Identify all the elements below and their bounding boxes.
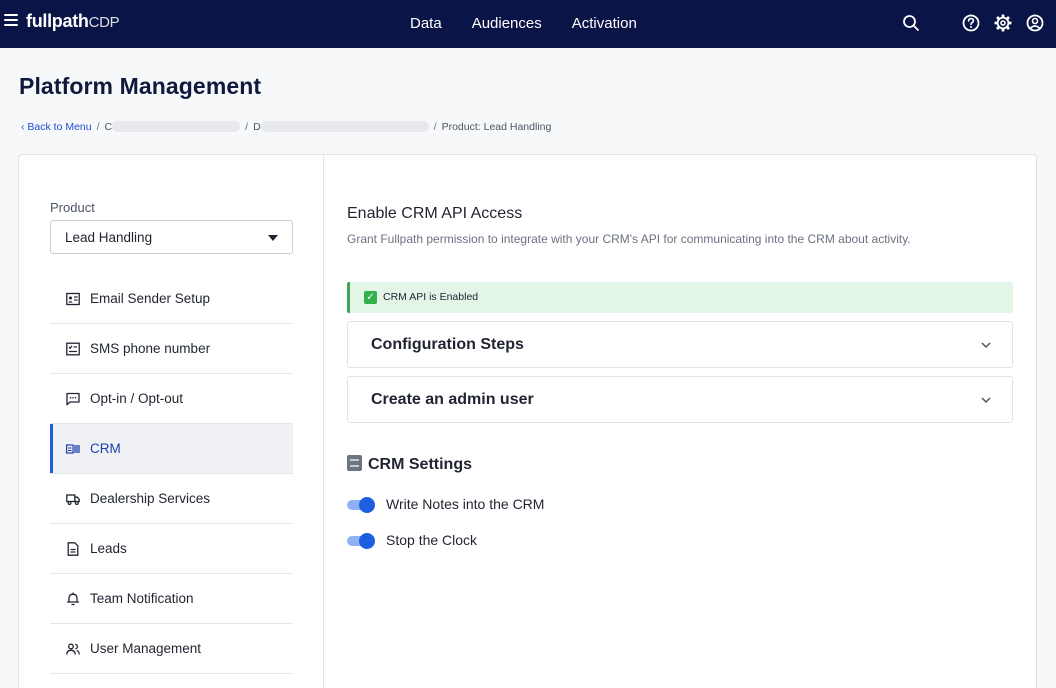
crm-settings-heading: CRM Settings bbox=[347, 455, 472, 474]
sidebar-item-team-notification[interactable]: Team Notification bbox=[50, 574, 293, 624]
sidebar-item-dealership-services[interactable]: Dealership Services bbox=[50, 474, 293, 524]
breadcrumb-item-2[interactable]: D bbox=[253, 121, 261, 133]
document-icon bbox=[67, 542, 79, 556]
sidebar-item-label: Team Notification bbox=[90, 591, 194, 606]
help-icon[interactable] bbox=[961, 13, 981, 33]
settings-icon[interactable] bbox=[993, 13, 1013, 33]
chevron-down-icon bbox=[981, 342, 991, 349]
bell-icon bbox=[66, 592, 80, 606]
product-select-value: Lead Handling bbox=[65, 230, 153, 245]
sidebar-item-label: Leads bbox=[90, 541, 127, 556]
crm-settings-title: CRM Settings bbox=[368, 456, 472, 473]
caret-down-icon bbox=[268, 235, 278, 241]
sidebar-item-crm[interactable]: CRM bbox=[50, 424, 293, 474]
sidebar-item-sms-phone-number[interactable]: SMS phone number bbox=[50, 324, 293, 374]
accordion-configuration-steps[interactable]: Configuration Steps bbox=[347, 321, 1013, 368]
sidebar-item-leads[interactable]: Leads bbox=[50, 524, 293, 574]
accordion-title: Create an admin user bbox=[371, 391, 534, 408]
sidebar-item-user-management[interactable]: User Management bbox=[50, 624, 293, 674]
sidebar-item-label: Dealership Services bbox=[90, 491, 211, 506]
top-nav: fullpathCDP Data Audiences Activation bbox=[0, 0, 1056, 48]
logo[interactable]: fullpathCDP bbox=[26, 11, 120, 32]
menu-icon[interactable] bbox=[4, 14, 18, 28]
accordion-title: Configuration Steps bbox=[371, 336, 524, 353]
sidebar-item-label: Email Sender Setup bbox=[90, 291, 211, 306]
chat-bubble-icon bbox=[66, 392, 80, 406]
account-icon[interactable] bbox=[1025, 13, 1045, 33]
sidebar-item-label: SMS phone number bbox=[90, 341, 211, 356]
id-card-icon bbox=[66, 292, 80, 306]
breadcrumb: ‹ Back to Menu / C / D / Product: Lead Handlin… bbox=[21, 121, 552, 133]
section-description: Grant Fullpath permission to integrate w… bbox=[347, 232, 911, 246]
alert-text: CRM API is Enabled bbox=[383, 291, 479, 303]
truck-icon bbox=[66, 494, 80, 506]
toggle-label: Stop the Clock bbox=[386, 532, 478, 548]
logo-brand: fullpath bbox=[26, 11, 89, 31]
search-icon[interactable] bbox=[901, 13, 921, 33]
redacted-text bbox=[112, 121, 241, 132]
toggle-label: Write Notes into the CRM bbox=[386, 496, 545, 512]
nav-audiences[interactable]: Audiences bbox=[472, 15, 542, 32]
sidebar-item-label: CRM bbox=[90, 441, 121, 456]
product-select[interactable]: Lead Handling bbox=[50, 220, 293, 254]
section-title: Enable CRM API Access bbox=[347, 205, 523, 222]
product-sidebar: Product Lead Handling Email Sender Setup… bbox=[19, 155, 324, 688]
product-label: Product bbox=[50, 200, 95, 215]
chevron-down-icon bbox=[981, 397, 991, 404]
users-icon bbox=[66, 643, 80, 655]
crm-panel: Enable CRM API Access Grant Fullpath per… bbox=[325, 155, 1037, 688]
check-icon: ✓ bbox=[364, 291, 377, 304]
sms-form-icon bbox=[66, 342, 80, 356]
crm-icon bbox=[66, 444, 80, 454]
crm-enabled-alert: ✓ CRM API is Enabled bbox=[347, 282, 1013, 313]
nav-data[interactable]: Data bbox=[410, 15, 442, 32]
file-cabinet-icon bbox=[347, 455, 362, 471]
main-nav: Data Audiences Activation bbox=[410, 15, 667, 32]
page-title: Platform Management bbox=[19, 73, 262, 99]
logo-suffix: CDP bbox=[88, 14, 120, 31]
settings-card: Product Lead Handling Email Sender Setup… bbox=[18, 154, 1037, 688]
nav-activation[interactable]: Activation bbox=[572, 15, 637, 32]
accordion-create-admin-user[interactable]: Create an admin user bbox=[347, 376, 1013, 423]
breadcrumb-current: Product: Lead Handling bbox=[441, 121, 552, 133]
sidebar-item-email-sender-setup[interactable]: Email Sender Setup bbox=[50, 274, 293, 324]
redacted-text bbox=[260, 121, 429, 132]
toggle-knob[interactable] bbox=[359, 497, 375, 513]
sidebar-item-label: Opt-in / Opt-out bbox=[90, 391, 184, 406]
sidebar-item-opt-in-opt-out[interactable]: Opt-in / Opt-out bbox=[50, 374, 293, 424]
toggle-knob[interactable] bbox=[359, 533, 375, 549]
sidebar-item-label: User Management bbox=[90, 641, 202, 656]
back-to-menu-link[interactable]: ‹ Back to Menu bbox=[21, 121, 92, 133]
breadcrumb-item-1[interactable]: C bbox=[105, 121, 113, 133]
